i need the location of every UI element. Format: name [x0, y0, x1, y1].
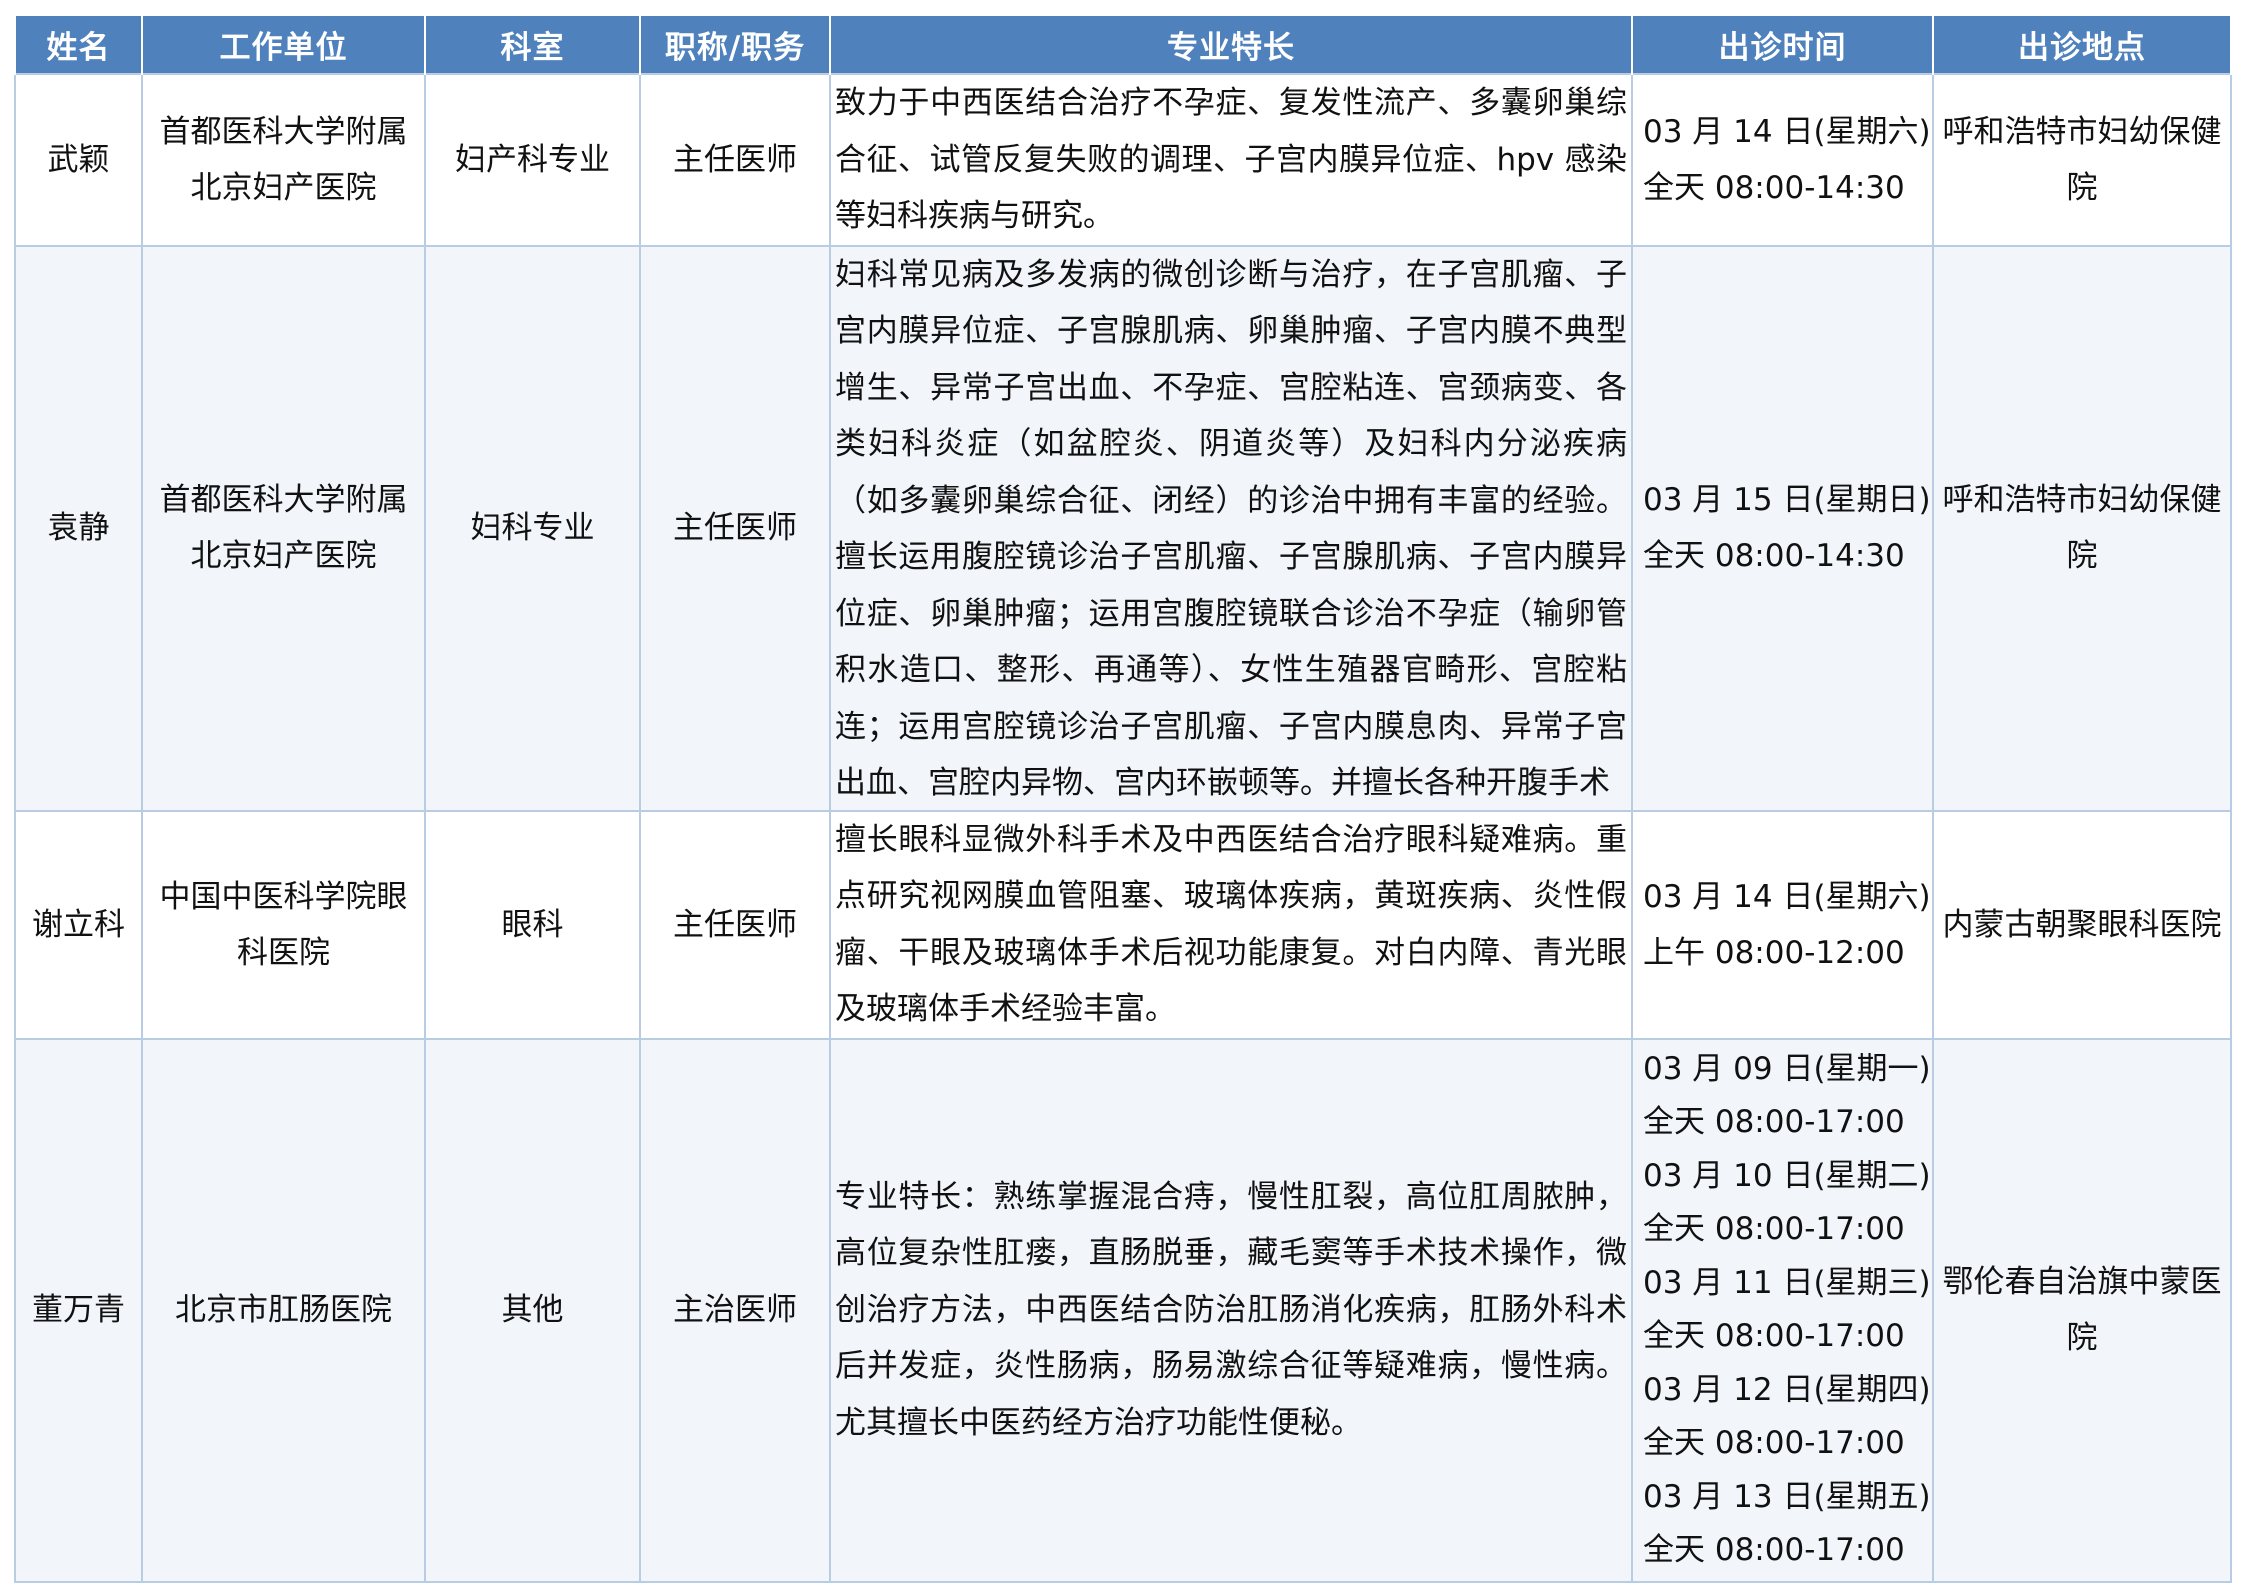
doctor-schedule: 03 月 14 日(星期六) 全天 08:00-14:30: [1631, 73, 1934, 247]
doctor-department: 妇产科专业: [424, 73, 641, 247]
header-title: 职称/职务: [639, 16, 831, 74]
header-schedule: 出诊时间: [1631, 16, 1934, 74]
doctor-specialty: 擅长眼科显微外科手术及中西医结合治疗眼科疑难病。重点研究视网膜血管阻塞、玻璃体疾…: [829, 809, 1633, 1040]
doctor-location: 内蒙古朝聚眼科医院: [1932, 809, 2232, 1040]
doctor-title: 主任医师: [639, 73, 831, 247]
hospital-text: 中国中医科学院眼科医院: [159, 878, 408, 971]
table-row: 谢立科 中国中医科学院眼科医院 眼科 主任医师 擅长眼科显微外科手术及中西医结合…: [14, 809, 2232, 1040]
header-department: 科室: [424, 16, 641, 74]
doctor-specialty: 妇科常见病及多发病的微创诊断与治疗，在子宫肌瘤、子宫内膜异位症、子宫腺肌病、卵巢…: [829, 244, 1633, 812]
doctor-schedule: 03 月 09 日(星期一) 全天 08:00-17:00 03 月 10 日(…: [1631, 1037, 1934, 1583]
hospital-text: 首都医科大学附属北京妇产医院: [159, 113, 408, 206]
hospital-text: 北京市肛肠医院: [175, 1292, 392, 1328]
schedule-hours: 全天 08:00-17:00: [1643, 1211, 1905, 1247]
specialty-text: 妇科常见病及多发病的微创诊断与治疗，在子宫肌瘤、子宫内膜异位症、子宫腺肌病、卵巢…: [835, 256, 1627, 802]
schedule-date: 03 月 14 日(星期六): [1643, 113, 1931, 150]
header-name: 姓名: [14, 16, 143, 74]
schedule-date: 03 月 10 日(星期二): [1643, 1157, 1931, 1194]
doctor-specialty: 致力于中西医结合治疗不孕症、复发性流产、多囊卵巢综合征、试管反复失败的调理、子宫…: [829, 73, 1633, 247]
table-header-row: 姓名 工作单位 科室 职称/职务 专业特长 出诊时间 出诊地点: [14, 16, 2232, 74]
doctor-hospital: 首都医科大学附属北京妇产医院: [141, 73, 426, 247]
doctor-schedule: 03 月 15 日(星期日) 全天 08:00-14:30: [1631, 244, 1934, 812]
schedule-date: 03 月 09 日(星期一): [1643, 1050, 1931, 1087]
doctor-hospital: 中国中医科学院眼科医院: [141, 809, 426, 1040]
hospital-text: 首都医科大学附属北京妇产医院: [159, 482, 408, 574]
table-row: 武颖 首都医科大学附属北京妇产医院 妇产科专业 主任医师 致力于中西医结合治疗不…: [14, 73, 2232, 247]
doctor-department: 眼科: [424, 809, 641, 1040]
doctor-title: 主任医师: [639, 244, 831, 812]
doctor-title: 主治医师: [639, 1037, 831, 1583]
table-row: 袁静 首都医科大学附属北京妇产医院 妇科专业 主任医师 妇科常见病及多发病的微创…: [14, 244, 2232, 812]
doctor-title: 主任医师: [639, 809, 831, 1040]
schedule-date: 03 月 12 日(星期四): [1643, 1371, 1931, 1408]
doctor-hospital: 首都医科大学附属北京妇产医院: [141, 244, 426, 812]
schedule-hours: 上午 08:00-12:00: [1643, 934, 1905, 971]
schedule-date: 03 月 14 日(星期六): [1643, 878, 1931, 915]
header-location: 出诊地点: [1932, 16, 2232, 74]
schedule-hours: 全天 08:00-17:00: [1643, 1104, 1905, 1140]
doctor-location: 鄂伦春自治旗中蒙医院: [1932, 1037, 2232, 1583]
doctor-specialty: 专业特长：熟练掌握混合痔，慢性肛裂，高位肛周脓肿，高位复杂性肛瘘，直肠脱垂，藏毛…: [829, 1037, 1633, 1583]
schedule-date: 03 月 11 日(星期三): [1643, 1264, 1931, 1301]
schedule-hours: 全天 08:00-14:30: [1643, 169, 1905, 206]
schedule-date: 03 月 15 日(星期日): [1643, 482, 1931, 518]
doctor-location: 呼和浩特市妇幼保健院: [1932, 244, 2232, 812]
header-specialty: 专业特长: [829, 16, 1633, 74]
schedule-hours: 全天 08:00-14:30: [1643, 538, 1905, 574]
doctor-name: 武颖: [14, 73, 143, 247]
schedule-hours: 全天 08:00-17:00: [1643, 1318, 1905, 1354]
schedule-hours: 全天 08:00-17:00: [1643, 1425, 1905, 1461]
doctor-name: 董万青: [14, 1037, 143, 1583]
doctor-schedule: 03 月 14 日(星期六) 上午 08:00-12:00: [1631, 809, 1934, 1040]
doctor-hospital: 北京市肛肠医院: [141, 1037, 426, 1583]
doctor-name: 谢立科: [14, 809, 143, 1040]
schedule-hours: 全天 08:00-17:00: [1643, 1532, 1905, 1568]
doctor-department: 妇科专业: [424, 244, 641, 812]
schedule-date: 03 月 13 日(星期五): [1643, 1478, 1931, 1515]
doctor-name: 袁静: [14, 244, 143, 812]
doctor-schedule-table: 姓名 工作单位 科室 职称/职务 专业特长 出诊时间 出诊地点 武颖 首都医科大…: [14, 16, 2232, 1583]
doctor-location: 呼和浩特市妇幼保健院: [1932, 73, 2232, 247]
header-hospital: 工作单位: [141, 16, 426, 74]
doctor-department: 其他: [424, 1037, 641, 1583]
table-row: 董万青 北京市肛肠医院 其他 主治医师 专业特长：熟练掌握混合痔，慢性肛裂，高位…: [14, 1037, 2232, 1583]
